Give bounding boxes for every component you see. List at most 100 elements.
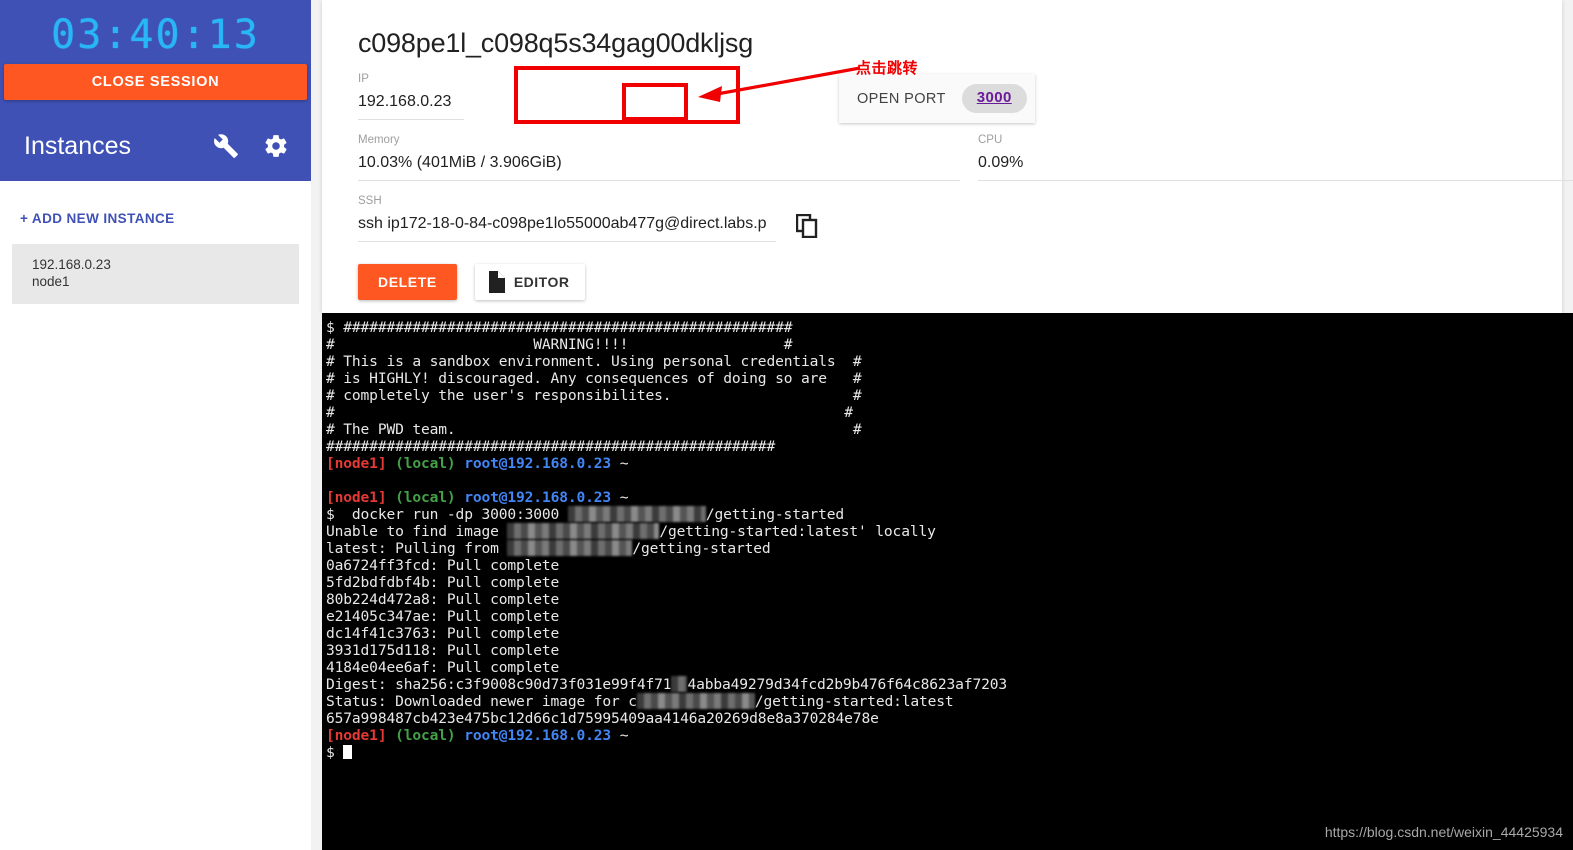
ip-value: 192.168.0.23 xyxy=(358,87,464,120)
cpu-value: 0.09% xyxy=(978,148,1573,181)
prompt-user: root@192.168.0.23 xyxy=(464,489,612,506)
terminal[interactable]: $ ######################################… xyxy=(322,313,1573,850)
terminal-prompt-line: [node1] (local) root@192.168.0.23 ~ xyxy=(326,727,1573,744)
session-timer: 03:40:13 xyxy=(51,12,260,58)
ssh-value[interactable]: ssh ip172-18-0-84-c098pe1lo55000ab477g@d… xyxy=(358,209,776,242)
redacted-digest-chars xyxy=(671,676,688,692)
stats-row: Memory 10.03% (401MiB / 3.906GiB) CPU 0.… xyxy=(340,120,1573,181)
cpu-field: CPU 0.09% xyxy=(960,120,1573,181)
terminal-command-line: $ docker run -dp 3000:3000 /getting-star… xyxy=(326,506,1573,523)
action-buttons: DELETE EDITOR xyxy=(340,242,1544,300)
dollar-prompt: $ xyxy=(326,744,335,761)
banner-l4-left: # completely the user's responsibilites. xyxy=(326,387,672,404)
terminal-line: # is HIGHLY! discouraged. Any consequenc… xyxy=(326,370,1573,387)
terminal-line: # # xyxy=(326,404,1573,421)
wrench-icon[interactable] xyxy=(213,133,239,159)
cpu-label: CPU xyxy=(978,134,1003,146)
open-port-group: OPEN PORT 3000 xyxy=(839,74,1035,123)
unable-find-suffix: /getting-started:latest' locally xyxy=(659,523,936,540)
terminal-line: # WARNING!!!! # xyxy=(326,336,1573,353)
terminal-line: $ ######################################… xyxy=(326,319,1573,336)
status-suffix: /getting-started:latest xyxy=(754,693,954,710)
terminal-line: 0a6724ff3fcd: Pull complete xyxy=(326,557,560,574)
terminal-line: # This is a sandbox environment. Using p… xyxy=(326,353,1573,370)
banner-l6-left: # The PWD team. xyxy=(326,421,456,438)
sidebar: 03:40:13 CLOSE SESSION Instances + ADD N… xyxy=(0,0,311,850)
list-item[interactable]: 192.168.0.23 node1 xyxy=(12,244,299,304)
port-chip-wrap: 3000 xyxy=(961,74,1035,123)
terminal-input-line: $ xyxy=(326,744,1573,761)
banner-l6-right: # xyxy=(852,421,862,438)
terminal-container-id: 657a998487cb423e475bc12d66c1d75995409aa4… xyxy=(326,710,879,727)
instance-item-ip: 192.168.0.23 xyxy=(32,257,111,272)
banner-l5-left: # xyxy=(326,404,335,421)
unable-find-prefix: Unable to find image xyxy=(326,523,508,540)
prompt-scope: (local) xyxy=(395,455,456,472)
sidebar-header: 03:40:13 CLOSE SESSION Instances xyxy=(0,0,311,181)
terminal-line: 5fd2bdfdbf4b: Pull complete xyxy=(326,574,560,591)
terminal-line: # The PWD team. # xyxy=(326,421,1573,438)
redacted-username xyxy=(507,540,633,556)
terminal-line: latest: Pulling from /getting-started xyxy=(326,540,1573,557)
ssh-field: SSH ssh ip172-18-0-84-c098pe1lo55000ab47… xyxy=(340,181,1544,242)
banner-l1-left: # xyxy=(326,336,335,353)
ssh-label: SSH xyxy=(358,195,382,207)
terminal-line: 4184e04ee6af: Pull complete xyxy=(326,659,560,676)
prompt-host: [node1] xyxy=(326,455,387,472)
instance-list: 192.168.0.23 node1 xyxy=(0,226,311,304)
prompt-scope: (local) xyxy=(395,489,456,506)
memory-value: 10.03% (401MiB / 3.906GiB) xyxy=(358,148,960,181)
pulling-suffix: /getting-started xyxy=(632,540,771,557)
prompt-user: root@192.168.0.23 xyxy=(464,727,612,744)
instance-info-card: c098pe1l_c098q5s34gag00dkljsg IP 192.168… xyxy=(322,0,1573,313)
redacted-username xyxy=(507,523,660,539)
terminal-line: # completely the user's responsibilites.… xyxy=(326,387,1573,404)
digest-suffix: 4abba49279d34fcd2b9b476f64c8623af7203 xyxy=(687,676,1007,693)
memory-field: Memory 10.03% (401MiB / 3.906GiB) xyxy=(340,120,960,181)
status-prefix: Status: Downloaded newer image for c xyxy=(326,693,637,710)
add-new-instance-button[interactable]: + ADD NEW INSTANCE xyxy=(0,181,311,226)
terminal-line: e21405c347ae: Pull complete xyxy=(326,608,560,625)
banner-l1-right: # xyxy=(783,336,793,353)
ssh-value-wrap: ssh ip172-18-0-84-c098pe1lo55000ab477g@d… xyxy=(358,209,1544,242)
port-chip-3000[interactable]: 3000 xyxy=(961,84,1027,113)
terminal-line: 80b224d472a8: Pull complete xyxy=(326,591,560,608)
banner-border-bottom: ########################################… xyxy=(326,438,776,455)
terminal-line: ########################################… xyxy=(326,438,1573,455)
banner-l5-right: # xyxy=(844,404,853,421)
prompt-scope: (local) xyxy=(395,727,456,744)
banner-l2-right: # xyxy=(852,353,862,370)
redacted-username xyxy=(567,506,706,522)
page-title: c098pe1l_c098q5s34gag00dkljsg xyxy=(358,28,754,58)
ssh-row: SSH ssh ip172-18-0-84-c098pe1lo55000ab47… xyxy=(340,181,1544,242)
instance-item-name: node1 xyxy=(32,274,70,289)
gear-icon[interactable] xyxy=(263,133,289,159)
prompt-user: root@192.168.0.23 xyxy=(464,455,612,472)
instances-header-bar: Instances xyxy=(0,111,311,181)
watermark: https://blog.csdn.net/weixin_44425934 xyxy=(1324,824,1563,840)
prompt-host: [node1] xyxy=(326,727,387,744)
terminal-prompt-line: [node1] (local) root@192.168.0.23 ~ xyxy=(326,455,1573,472)
dollar-prompt: $ xyxy=(326,506,335,523)
close-session-button[interactable]: CLOSE SESSION xyxy=(4,64,307,100)
banner-l3-left: # is HIGHLY! discouraged. Any consequenc… xyxy=(326,370,827,387)
dollar-prompt: $ xyxy=(326,319,335,336)
ip-label: IP xyxy=(358,73,369,85)
port-chip-label: 3000 xyxy=(976,89,1012,106)
annotation-label: 点击跳转 xyxy=(856,59,919,77)
terminal-line: 3931d175d118: Pull complete xyxy=(326,642,560,659)
terminal-line: dc14f41c3763: Pull complete xyxy=(326,625,560,642)
memory-label: Memory xyxy=(358,134,400,146)
terminal-cursor xyxy=(343,745,353,759)
prompt-path: ~ xyxy=(619,455,629,472)
delete-button[interactable]: DELETE xyxy=(358,264,457,300)
copy-icon[interactable] xyxy=(796,213,818,238)
terminal-line: Unable to find image /getting-started:la… xyxy=(326,523,1573,540)
docker-image-suffix: /getting-started xyxy=(705,506,845,523)
terminal-digest-line: Digest: sha256:c3f9008c90d73f031e99f4f71… xyxy=(326,676,1573,693)
pulling-prefix: latest: Pulling from xyxy=(326,540,508,557)
open-port-button[interactable]: OPEN PORT xyxy=(839,74,962,123)
editor-button[interactable]: EDITOR xyxy=(474,264,586,300)
file-icon xyxy=(488,271,505,293)
